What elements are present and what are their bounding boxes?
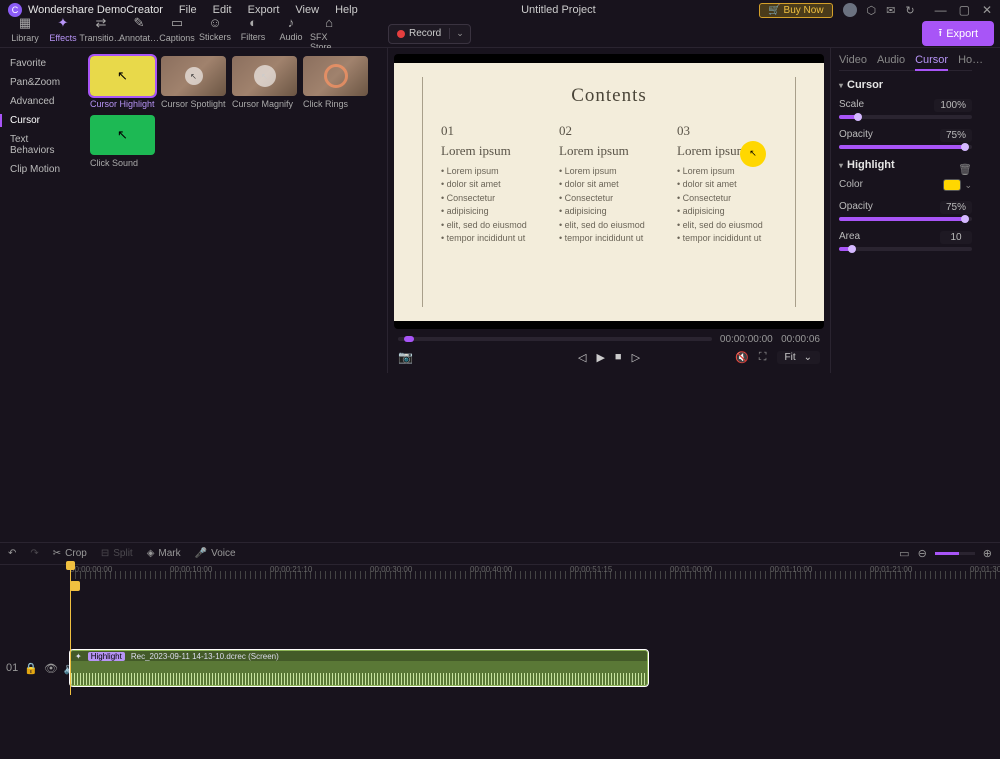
prev-frame-icon[interactable]: ◁ xyxy=(578,351,586,364)
fit-dropdown[interactable]: Fit⌄ xyxy=(777,351,821,364)
cursor-highlight-overlay: ↖ xyxy=(740,141,766,167)
project-title: Untitled Project xyxy=(358,4,759,16)
time-current: 00:00:00:00 xyxy=(720,334,773,345)
timeline-ruler[interactable]: 00:00:00:0000:00:10:0000:00:21:1000:00:3… xyxy=(70,565,1000,579)
prop-tabs: Video Audio Cursor Ho… xyxy=(839,54,972,71)
cursor-icon: ↖ xyxy=(117,68,128,84)
effect-categories: Favorite Pan&Zoom Advanced Cursor Text B… xyxy=(0,48,82,373)
color-swatch[interactable] xyxy=(943,179,961,191)
cat-panzoom[interactable]: Pan&Zoom xyxy=(0,73,82,92)
highlight-section-head[interactable]: Highlight xyxy=(839,159,895,171)
thumb-cursor-spotlight[interactable]: ↖Cursor Spotlight xyxy=(161,56,226,109)
slider-hl-opacity[interactable] xyxy=(839,217,972,221)
timeline-clip[interactable]: ✦ Highlight Rec_2023-09-11 14-13-10.dcre… xyxy=(70,650,648,686)
maximize-icon[interactable]: ▢ xyxy=(959,3,970,17)
effects-panel: Favorite Pan&Zoom Advanced Cursor Text B… xyxy=(0,48,388,373)
help-icon[interactable]: ↻ xyxy=(905,4,914,17)
tab-video[interactable]: Video xyxy=(839,54,867,66)
next-frame-icon[interactable]: ▷ xyxy=(632,351,640,364)
value-area[interactable]: 10 xyxy=(940,231,972,244)
time-total: 00:00:06 xyxy=(781,334,820,345)
thumb-click-rings[interactable]: Click Rings xyxy=(303,56,368,109)
track-number: 01 xyxy=(6,662,18,674)
label-hl-opacity: Opacity xyxy=(839,201,873,214)
clip-waveform xyxy=(71,673,647,685)
clip-name: Rec_2023-09-11 14-13-10.dcrec (Screen) xyxy=(131,652,279,661)
zoom-in-icon[interactable]: ⊕ xyxy=(983,547,992,560)
minimize-icon[interactable]: — xyxy=(935,3,947,17)
undo-icon[interactable]: ↶ xyxy=(8,548,16,559)
value-scale[interactable]: 100% xyxy=(934,99,972,112)
doc-title: Contents xyxy=(441,85,777,107)
cat-favorite[interactable]: Favorite xyxy=(0,54,82,73)
export-button[interactable]: ⭱ Export xyxy=(922,21,994,46)
delete-icon[interactable]: 🗑 xyxy=(958,163,972,176)
zoom-slider[interactable] xyxy=(935,552,975,555)
cat-cursor[interactable]: Cursor xyxy=(0,111,82,130)
record-dot-icon xyxy=(397,30,405,38)
tab-audio[interactable]: Audio xyxy=(877,54,905,66)
clip-effect-tag: Highlight xyxy=(88,652,125,661)
slider-cursor-opacity[interactable] xyxy=(839,145,972,149)
store-icon[interactable]: ⬡ xyxy=(867,4,877,17)
tab-cursor[interactable]: Cursor xyxy=(915,54,948,71)
label-color: Color xyxy=(839,179,863,191)
value-hl-opacity[interactable]: 75% xyxy=(940,201,972,214)
section-cursor: Cursor Scale 100% Opacity 75% xyxy=(839,79,972,149)
preview-document: Contents 01Lorem ipsumLorem ipsumdolor s… xyxy=(394,63,824,321)
mute-icon[interactable]: 🔇 xyxy=(735,351,749,364)
account-icon[interactable] xyxy=(843,3,857,17)
thumb-click-sound[interactable]: ↖Click Sound xyxy=(90,115,155,168)
slider-area[interactable] xyxy=(839,247,972,251)
module-strip: ▦Library ✦Effects ⇄Transitio… ✎Annotat… … xyxy=(0,20,1000,48)
playhead[interactable] xyxy=(70,565,71,695)
effect-thumbs: ↖Cursor Highlight ↖Cursor Spotlight ↖Cur… xyxy=(82,48,387,373)
track-lock-icon[interactable]: 🔒 xyxy=(24,662,38,675)
play-icon[interactable]: ▶ xyxy=(596,351,604,364)
cat-clip-motion[interactable]: Clip Motion xyxy=(0,160,82,179)
zoom-fit-icon[interactable]: ▭ xyxy=(899,547,909,560)
slider-scale[interactable] xyxy=(839,115,972,119)
cat-text-behaviors[interactable]: Text Behaviors xyxy=(0,130,82,160)
fullscreen-icon[interactable]: ⛶ xyxy=(759,351,767,364)
marker-icon[interactable] xyxy=(70,581,80,591)
notification-icon[interactable]: ✉ xyxy=(886,4,895,17)
tool-mark[interactable]: ◈ Mark xyxy=(147,548,181,559)
preview-canvas[interactable]: Contents 01Lorem ipsumLorem ipsumdolor s… xyxy=(394,54,824,329)
thumb-cursor-magnify[interactable]: ↖Cursor Magnify xyxy=(232,56,297,109)
label-scale: Scale xyxy=(839,99,864,112)
cat-advanced[interactable]: Advanced xyxy=(0,92,82,111)
timeline-tools: ↶ ↷ ✂ Crop ⊟ Split ◈ Mark 🎤 Voice ▭ ⊖ ⊕ xyxy=(0,543,1000,565)
zoom-out-icon[interactable]: ⊖ xyxy=(918,547,927,560)
stop-icon[interactable]: ■ xyxy=(615,351,622,364)
label-area: Area xyxy=(839,231,860,244)
chevron-down-icon[interactable]: ⌄ xyxy=(964,180,972,191)
tab-hotkey[interactable]: Ho… xyxy=(958,54,983,66)
record-dropdown[interactable]: Record ⌄ xyxy=(388,24,471,44)
preview-panel: Contents 01Lorem ipsumLorem ipsumdolor s… xyxy=(388,48,830,373)
buy-now-button[interactable]: 🛒 Buy Now xyxy=(759,3,832,18)
track-controls: 01 🔒 👁 🔈 xyxy=(0,650,68,686)
tool-voice[interactable]: 🎤 Voice xyxy=(195,548,236,559)
label-opacity: Opacity xyxy=(839,129,873,142)
tracks-area[interactable]: 00:00:00:0000:00:10:0000:00:21:1000:00:3… xyxy=(0,565,1000,690)
redo-icon[interactable]: ↷ xyxy=(30,548,38,559)
chevron-down-icon[interactable]: ⌄ xyxy=(449,28,470,39)
snapshot-icon[interactable]: 📷 xyxy=(398,350,413,364)
section-highlight: Highlight 🗑 Color ⌄ Opacity 75% Area 10 xyxy=(839,159,972,251)
cursor-icon: ↖ xyxy=(117,127,128,143)
value-opacity[interactable]: 75% xyxy=(940,129,972,142)
track-visibility-icon[interactable]: 👁 xyxy=(44,662,58,675)
thumb-cursor-highlight[interactable]: ↖Cursor Highlight xyxy=(90,56,155,109)
properties-panel: Video Audio Cursor Ho… Cursor Scale 100% … xyxy=(830,48,980,373)
close-icon[interactable]: ✕ xyxy=(982,3,992,17)
timeline: ↶ ↷ ✂ Crop ⊟ Split ◈ Mark 🎤 Voice ▭ ⊖ ⊕ … xyxy=(0,542,1000,759)
tool-split[interactable]: ⊟ Split xyxy=(101,548,133,559)
cursor-section-head[interactable]: Cursor xyxy=(839,79,972,91)
tool-crop[interactable]: ✂ Crop xyxy=(53,548,87,559)
preview-scrubber[interactable]: 00:00:00:00 00:00:06 xyxy=(394,333,824,345)
